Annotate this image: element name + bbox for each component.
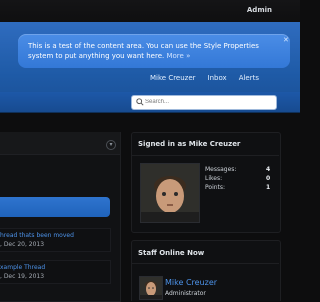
collapse-icon[interactable]: ▾ — [106, 140, 116, 150]
panel-divider — [131, 263, 279, 264]
avatar[interactable] — [139, 276, 163, 300]
stat-label-messages: Messages: — [205, 166, 237, 173]
signed-in-title: Signed in as Mike Creuzer — [138, 140, 241, 148]
left-panel-highlight[interactable] — [0, 197, 110, 217]
thread-date: , Dec 20, 2013 — [0, 241, 45, 248]
staff-member-name[interactable]: Mike Creuzer — [165, 278, 217, 287]
notice-more-link[interactable]: More » — [166, 52, 190, 60]
panel-divider — [131, 155, 279, 156]
nav-user[interactable]: Mike Creuzer — [150, 74, 196, 82]
stat-label-likes: Likes: — [205, 175, 223, 182]
staff-online-title: Staff Online Now — [138, 249, 205, 257]
stat-value-likes: 0 — [266, 175, 271, 182]
search-input[interactable] — [145, 96, 271, 107]
notice-message: This is a test of the content area. You … — [28, 42, 259, 60]
nav-alerts[interactable]: Alerts — [239, 74, 259, 82]
thread-title[interactable]: xample Thread — [0, 264, 45, 271]
search-icon — [136, 98, 144, 106]
nav-inbox[interactable]: Inbox — [208, 74, 227, 82]
left-panel-header — [0, 132, 120, 155]
avatar-image — [141, 164, 199, 222]
avatar[interactable] — [140, 163, 200, 223]
thread-meta: , Dec 19, 2013 — [0, 273, 44, 280]
stat-value-messages: 4 — [266, 166, 271, 173]
stat-value-points: 1 — [266, 184, 271, 191]
thread-title[interactable]: hread thats been moved — [0, 232, 74, 239]
staff-member-role: Administrator — [165, 290, 206, 297]
staff-avatar-image — [140, 277, 162, 299]
notice-text: This is a test of the content area. You … — [28, 41, 268, 61]
thread-date: , Dec 19, 2013 — [0, 273, 45, 280]
thread-meta: , Dec 20, 2013 — [0, 241, 44, 248]
close-icon[interactable]: ✕ — [283, 36, 289, 44]
stat-label-points: Points: — [205, 184, 226, 191]
user-nav: Mike Creuzer Inbox Alerts — [150, 74, 259, 82]
admin-link[interactable]: Admin — [247, 6, 272, 14]
